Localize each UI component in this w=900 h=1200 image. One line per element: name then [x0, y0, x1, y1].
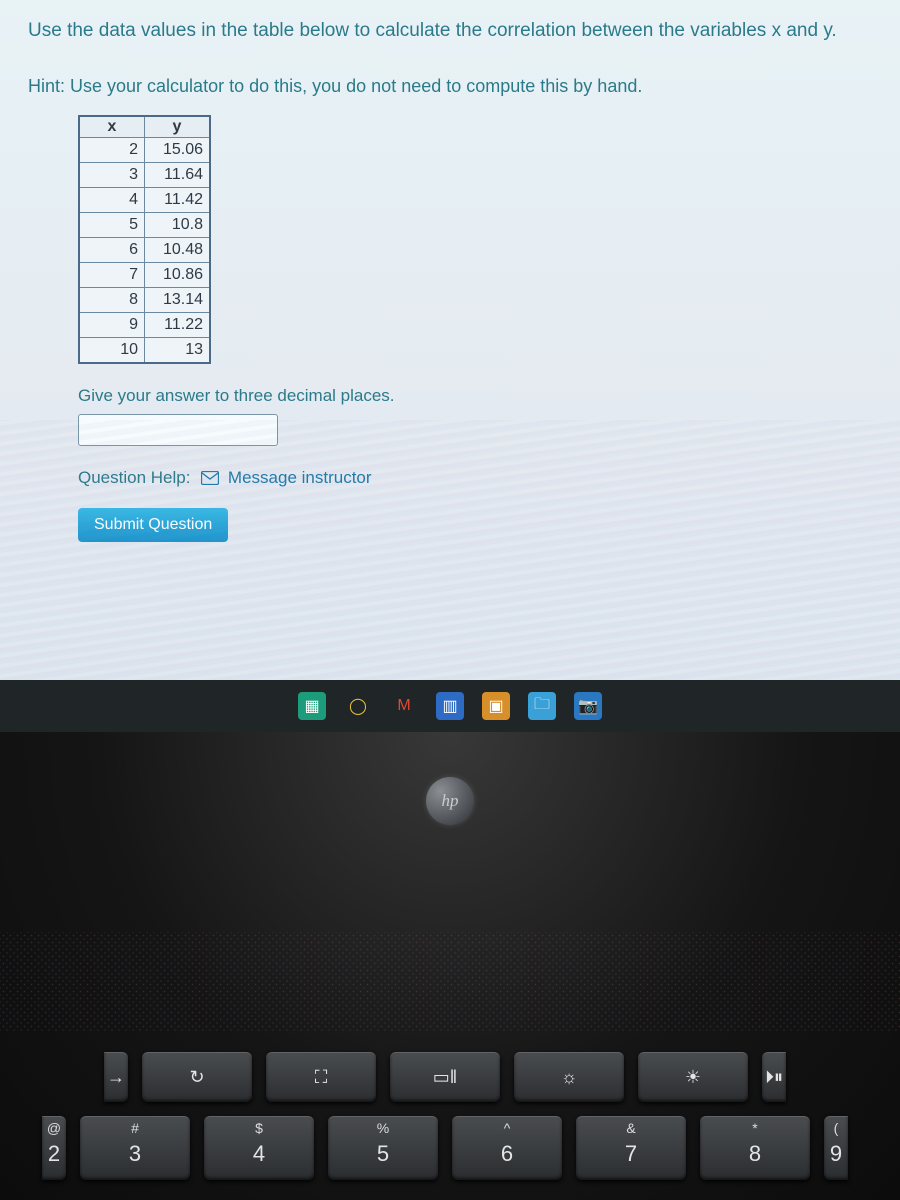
key-5[interactable]: %5 [328, 1116, 438, 1180]
folder-icon[interactable]: 🗀 [528, 692, 556, 720]
x-cell: 5 [79, 212, 145, 237]
key-play[interactable]: ⏵⏸ [762, 1052, 786, 1102]
gmail-icon[interactable]: M [390, 692, 418, 720]
xy-data-table: x y 215.06311.64411.42510.8610.48710.868… [78, 115, 211, 364]
y-cell: 10.86 [145, 262, 211, 287]
table-row: 1013 [79, 337, 210, 363]
laptop-chassis: hp → ↻ ⛶ ▭‖ ☼ ☀ ⏵⏸ @2#3$4%5^6&7*8(9 [0, 732, 900, 1200]
camera-icon[interactable]: 📷 [574, 692, 602, 720]
y-cell: 11.22 [145, 312, 211, 337]
key-7[interactable]: &7 [576, 1116, 686, 1180]
y-cell: 13.14 [145, 287, 211, 312]
x-cell: 7 [79, 262, 145, 287]
table-row: 710.86 [79, 262, 210, 287]
key-tab-arrow[interactable]: → [104, 1052, 128, 1102]
col-x-header: x [79, 116, 145, 138]
x-cell: 6 [79, 237, 145, 262]
mail-icon [201, 470, 219, 490]
key-overview[interactable]: ▭‖ [390, 1052, 500, 1102]
word-icon[interactable]: ▥ [436, 692, 464, 720]
answer-instruction: Give your answer to three decimal places… [78, 386, 872, 406]
x-cell: 3 [79, 162, 145, 187]
key-4[interactable]: $4 [204, 1116, 314, 1180]
x-cell: 8 [79, 287, 145, 312]
speaker-grille [0, 932, 900, 1032]
hp-logo: hp [426, 777, 474, 825]
question-help-row: Question Help: Message instructor [78, 468, 872, 490]
key-3[interactable]: #3 [80, 1116, 190, 1180]
x-cell: 9 [79, 312, 145, 337]
question-panel: Use the data values in the table below t… [0, 0, 900, 780]
y-cell: 13 [145, 337, 211, 363]
table-row: 813.14 [79, 287, 210, 312]
keyboard: → ↻ ⛶ ▭‖ ☼ ☀ ⏵⏸ @2#3$4%5^6&7*8(9 [0, 1052, 900, 1180]
chrome-icon[interactable]: ◯ [344, 692, 372, 720]
key-8[interactable]: *8 [700, 1116, 810, 1180]
music-icon[interactable]: ▣ [482, 692, 510, 720]
key-bright-dn[interactable]: ☼ [514, 1052, 624, 1102]
col-y-header: y [145, 116, 211, 138]
question-help-label: Question Help: [78, 468, 190, 487]
key-refresh[interactable]: ↻ [142, 1052, 252, 1102]
key-6[interactable]: ^6 [452, 1116, 562, 1180]
key-2[interactable]: @2 [42, 1116, 66, 1180]
submit-question-button[interactable]: Submit Question [78, 508, 228, 542]
y-cell: 15.06 [145, 137, 211, 162]
answer-input[interactable] [78, 414, 278, 446]
x-cell: 2 [79, 137, 145, 162]
message-instructor-link[interactable]: Message instructor [228, 468, 372, 487]
question-hint: Hint: Use your calculator to do this, yo… [28, 76, 872, 97]
key-bright-up[interactable]: ☀ [638, 1052, 748, 1102]
question-prompt: Use the data values in the table below t… [28, 18, 872, 44]
x-cell: 4 [79, 187, 145, 212]
y-cell: 11.64 [145, 162, 211, 187]
x-cell: 10 [79, 337, 145, 363]
y-cell: 10.8 [145, 212, 211, 237]
y-cell: 10.48 [145, 237, 211, 262]
windows-taskbar: ▦ ◯ M ▥ ▣ 🗀 📷 [0, 680, 900, 732]
y-cell: 11.42 [145, 187, 211, 212]
table-row: 215.06 [79, 137, 210, 162]
table-row: 311.64 [79, 162, 210, 187]
table-row: 510.8 [79, 212, 210, 237]
table-row: 610.48 [79, 237, 210, 262]
key-fullscreen[interactable]: ⛶ [266, 1052, 376, 1102]
question-body: x y 215.06311.64411.42510.8610.48710.868… [78, 115, 872, 542]
spreadsheet-icon[interactable]: ▦ [298, 692, 326, 720]
table-row: 411.42 [79, 187, 210, 212]
key-9[interactable]: (9 [824, 1116, 848, 1180]
table-row: 911.22 [79, 312, 210, 337]
